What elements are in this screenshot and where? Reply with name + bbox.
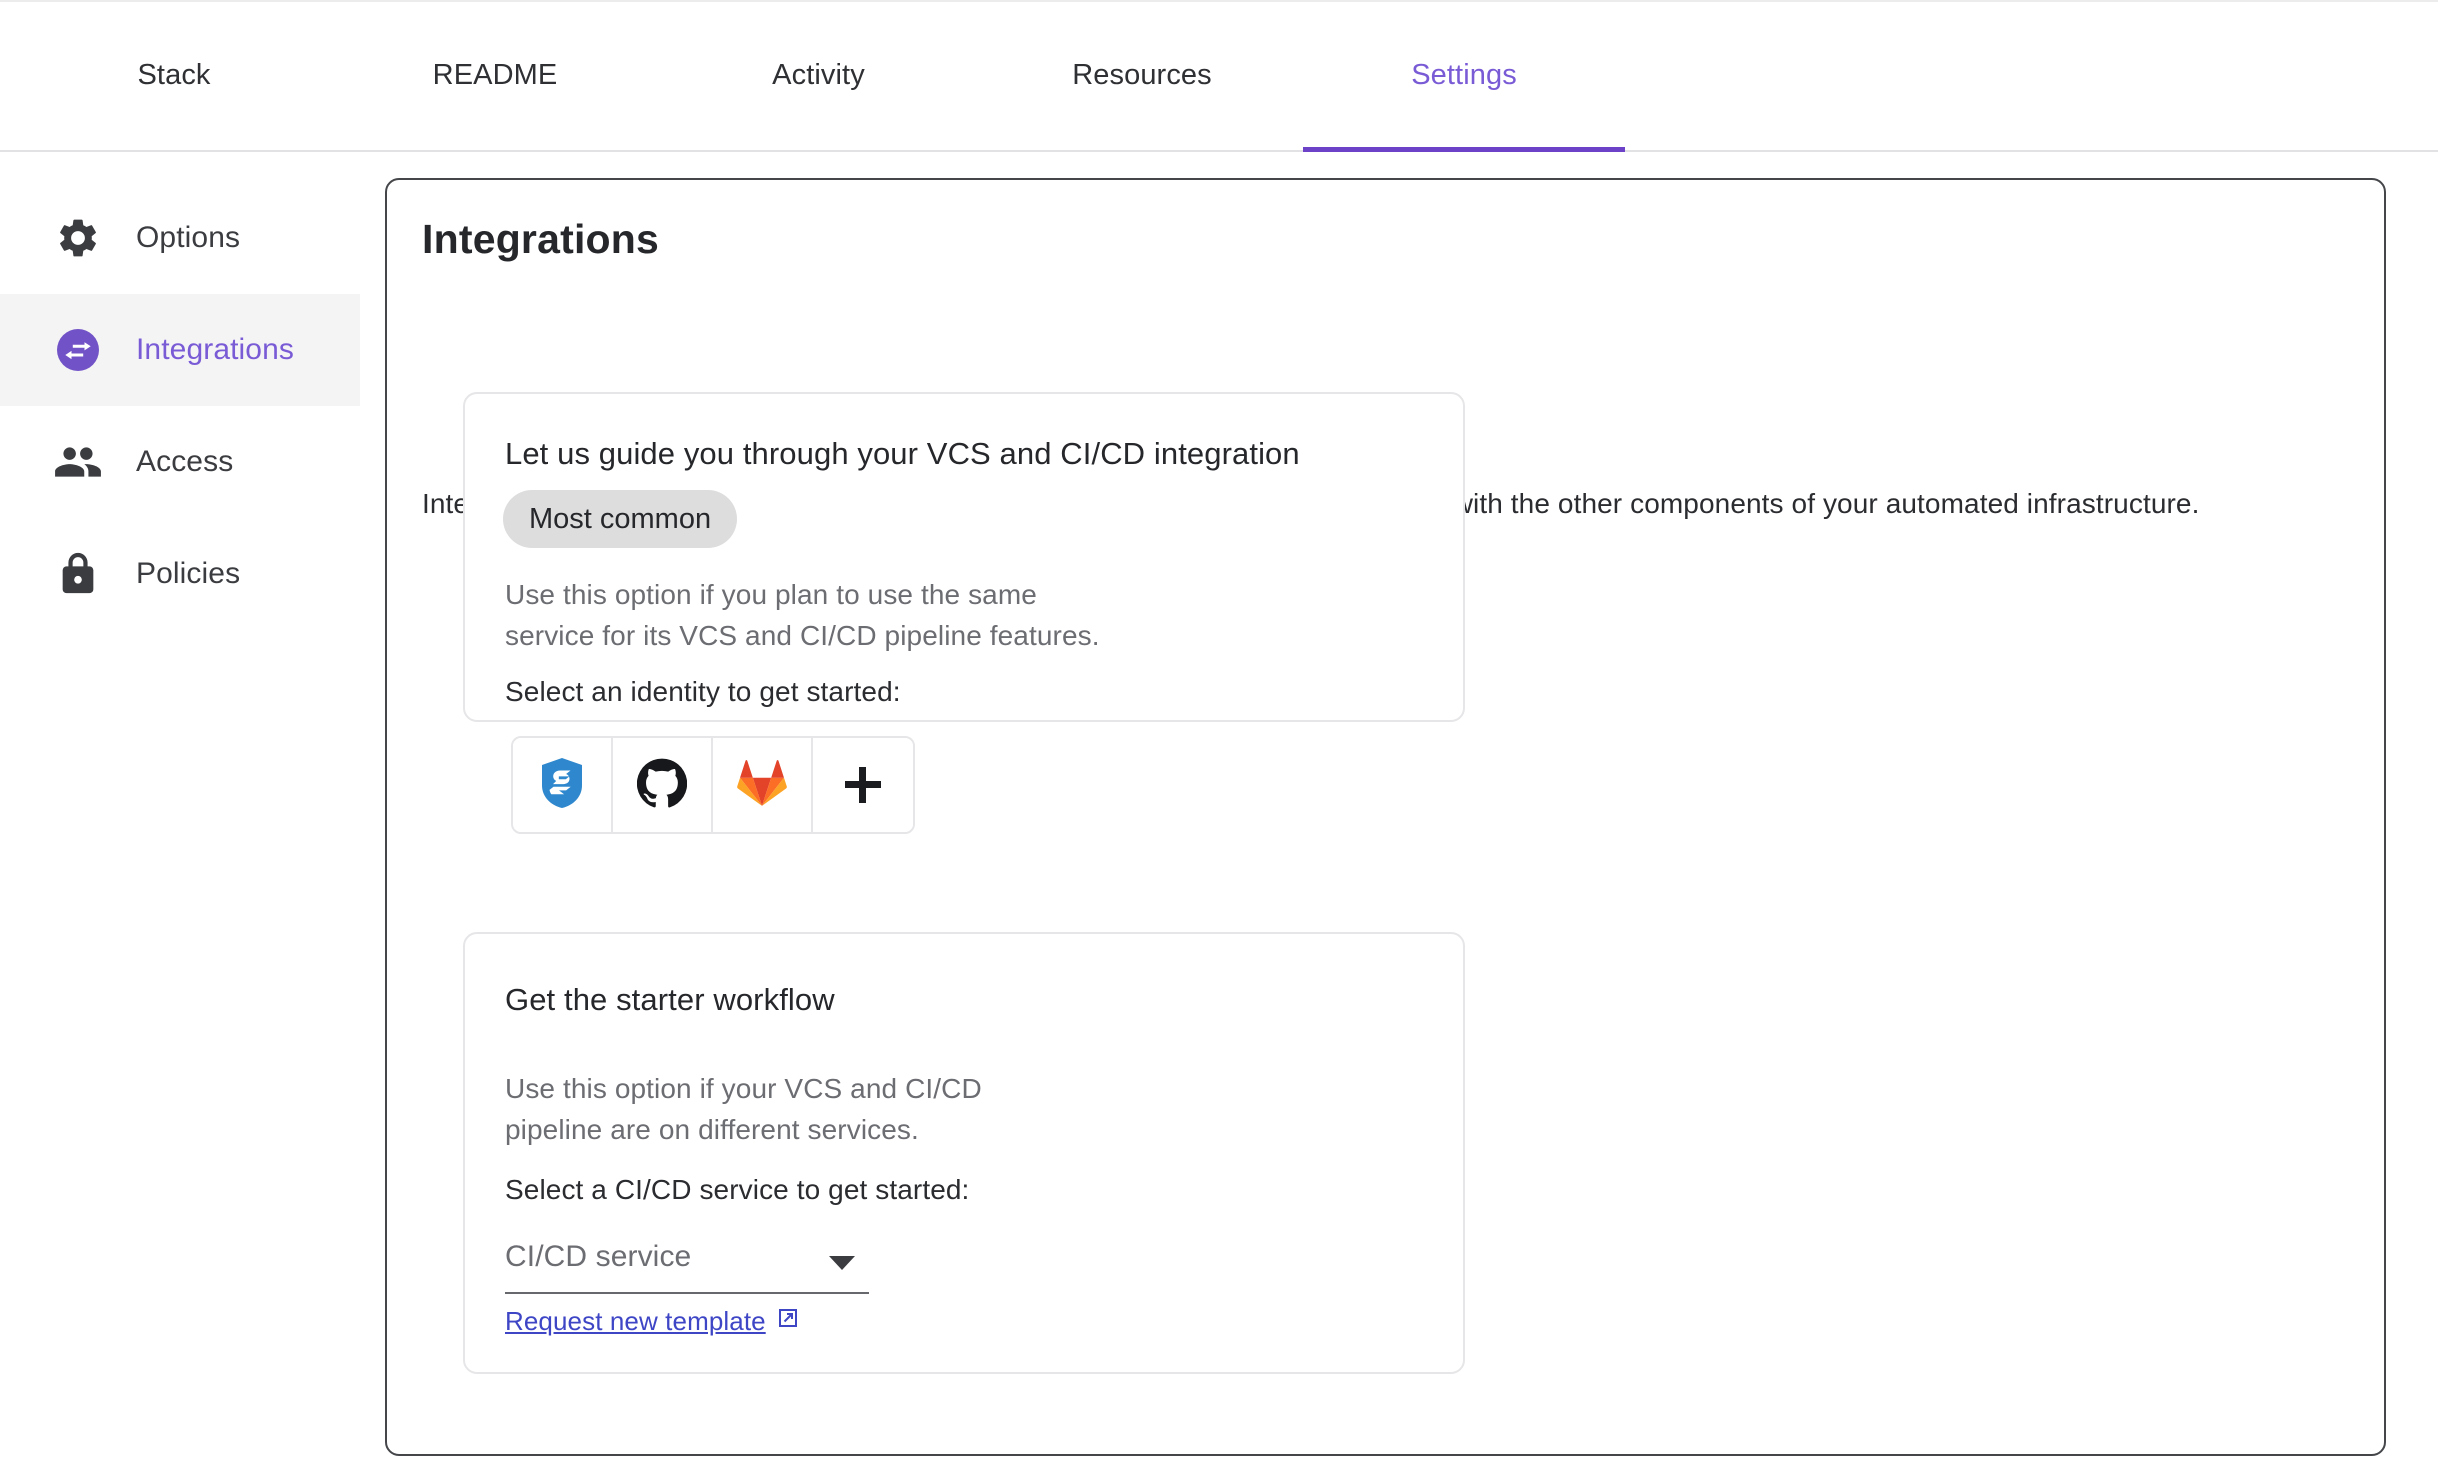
identity-button-bitbucket[interactable] xyxy=(513,738,613,832)
tab-settings-label: Settings xyxy=(1411,59,1517,91)
integrations-icon xyxy=(52,324,104,376)
tab-readme-label: README xyxy=(432,59,558,91)
tab-readme[interactable]: README xyxy=(334,4,656,152)
card-starter-title: Get the starter workflow xyxy=(505,982,835,1017)
settings-sidebar: Options Integrations Access Policies xyxy=(0,182,360,630)
tab-activity-label: Activity xyxy=(772,59,865,91)
card-guided-body: Use this option if you plan to use the s… xyxy=(505,579,1100,651)
external-link-icon xyxy=(776,1306,800,1337)
sidebar-item-access[interactable]: Access xyxy=(0,406,360,518)
gitlab-icon xyxy=(737,759,787,812)
tab-stack[interactable]: Stack xyxy=(14,4,334,152)
tab-activity[interactable]: Activity xyxy=(656,4,981,152)
people-icon xyxy=(52,436,104,488)
tab-list: Stack README Activity Resources Settings xyxy=(14,4,1625,152)
lock-icon xyxy=(52,548,104,600)
cicd-service-select[interactable]: CI/CD service xyxy=(505,1236,869,1294)
gear-icon xyxy=(52,212,104,264)
card-guided-integration: Let us guide you through your VCS and CI… xyxy=(463,392,1465,834)
identity-button-github[interactable] xyxy=(613,738,713,832)
sidebar-item-options-label: Options xyxy=(136,221,241,254)
card-guided-prompt: Select an identity to get started: xyxy=(505,676,901,707)
identity-button-add[interactable] xyxy=(813,738,913,832)
sidebar-item-policies-label: Policies xyxy=(136,557,241,590)
card-guided-title: Let us guide you through your VCS and CI… xyxy=(505,436,1300,471)
card-starter-prompt: Select a CI/CD service to get started: xyxy=(505,1174,970,1205)
request-new-template-link[interactable]: Request new template xyxy=(505,1306,800,1337)
identity-button-gitlab[interactable] xyxy=(713,738,813,832)
integrations-panel: Integrations Integrations help you to sh… xyxy=(385,178,2386,1456)
tab-resources-label: Resources xyxy=(1072,59,1212,91)
tab-stack-label: Stack xyxy=(137,59,211,91)
github-icon xyxy=(636,758,688,813)
sidebar-item-integrations-label: Integrations xyxy=(136,333,294,366)
card-starter-body: Use this option if your VCS and CI/CD pi… xyxy=(505,1073,982,1145)
tab-bar: Stack README Activity Resources Settings xyxy=(0,0,2438,152)
request-new-template-label: Request new template xyxy=(505,1306,766,1336)
sidebar-item-options[interactable]: Options xyxy=(0,182,360,294)
sidebar-item-access-label: Access xyxy=(136,445,234,478)
chevron-down-icon xyxy=(829,1256,855,1270)
identity-provider-group xyxy=(511,736,915,834)
card-starter-workflow: Get the starter workflow Use this option… xyxy=(463,932,1465,1374)
tab-resources[interactable]: Resources xyxy=(981,4,1303,152)
bitbucket-shield-icon xyxy=(538,757,586,814)
cicd-service-select-value: CI/CD service xyxy=(505,1240,692,1273)
sidebar-item-policies[interactable]: Policies xyxy=(0,518,360,630)
page-title: Integrations xyxy=(422,216,660,262)
tab-settings[interactable]: Settings xyxy=(1303,4,1625,152)
status-badge: Most common xyxy=(503,490,738,548)
sidebar-item-integrations[interactable]: Integrations xyxy=(0,294,360,406)
add-identity-icon xyxy=(845,767,881,803)
